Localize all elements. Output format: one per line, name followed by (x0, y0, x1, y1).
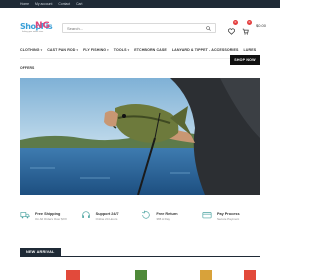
nav-item-label: CAST PAN ROD (47, 48, 76, 52)
nav-item-fly-fishing[interactable]: FLY FISHING ▾ (83, 48, 109, 52)
product-thumb[interactable] (200, 270, 212, 280)
nav-item-cast-pan-rod[interactable]: CAST PAN ROD ▾ (47, 48, 78, 52)
feature-title: Free Return (156, 212, 178, 216)
feature-subtitle: Secure Payment (216, 217, 240, 221)
nav-item-label: FLY FISHING (83, 48, 107, 52)
feature-free-shipping: Free Shipping On All Orders Over $XX (20, 210, 78, 240)
site-logo[interactable]: ShopFis NG fishing gear online store (20, 20, 53, 34)
section-title: NEW ARRIVAL (20, 248, 61, 257)
feature-free-return: Free Return 365 A Day (141, 210, 199, 240)
header-actions: 0 0 $0.00 (228, 20, 266, 35)
feature-title: Pay Process (216, 212, 240, 216)
top-link-cart[interactable]: Cart (76, 1, 82, 7)
wishlist-count-badge: 0 (233, 20, 238, 25)
feature-subtitle: Online 24 Hours (95, 217, 118, 221)
nav-item-label: ETCHBORN CASE (134, 48, 167, 52)
search-box (62, 23, 216, 33)
cart-total[interactable]: $0.00 (256, 23, 266, 28)
top-link-account[interactable]: My account (35, 1, 52, 7)
nav-row: CLOTHING ▾ CAST PAN ROD ▾ FLY FISHING ▾ TOO… (20, 45, 256, 55)
nav-item-label: LURES (243, 48, 257, 52)
feature-support: Support 24/7 Online 24 Hours (81, 210, 139, 240)
chevron-down-icon: ▾ (40, 48, 43, 52)
feature-title: Support 24/7 (95, 212, 119, 216)
heart-icon (228, 28, 235, 35)
logo-tagline: fishing gear online store (22, 31, 44, 33)
feature-pay-process: Pay Process Secure Payment (202, 210, 260, 240)
top-bar: Home My account Contact Cart (0, 0, 280, 8)
return-icon (142, 210, 150, 219)
nav-item-label: TOOLS (113, 48, 127, 52)
chevron-down-icon: ▾ (127, 48, 130, 52)
nav-item-clothing[interactable]: CLOTHING ▾ (20, 48, 42, 52)
cart-icon (242, 28, 249, 35)
truck-icon (20, 212, 30, 219)
search-icon[interactable] (206, 26, 211, 31)
nav-item-lures[interactable]: LURES (244, 48, 257, 52)
card-icon (202, 212, 212, 219)
nav-item-label: OFFERS (20, 66, 35, 70)
top-link-contact[interactable]: Contact (58, 1, 70, 7)
feature-title: Free Shipping (35, 212, 61, 216)
product-thumb[interactable] (244, 270, 256, 280)
nav-row-2: OFFERS (20, 63, 34, 73)
cart-button[interactable]: 0 (242, 20, 252, 35)
nav-item-label: LANYARD & TIPPET - ACCESSORIES (171, 48, 239, 52)
shop-now-button[interactable]: SHOP NOW (230, 55, 260, 65)
nav-item-etchborn-case[interactable]: ETCHBORN CASE (134, 48, 167, 52)
search-input[interactable] (67, 25, 197, 32)
feature-subtitle: 365 A Day (156, 217, 170, 221)
cart-count-badge: 0 (247, 20, 252, 25)
nav-item-label: CLOTHING (20, 48, 40, 52)
nav-item-offers[interactable]: OFFERS (20, 66, 34, 70)
nav-item-lanyard-accessories[interactable]: LANYARD & TIPPET - ACCESSORIES (172, 48, 239, 52)
main-nav: CLOTHING ▾ CAST PAN ROD ▾ FLY FISHING ▾ TOO… (20, 45, 256, 79)
product-thumbnails (20, 270, 260, 280)
hero-image (20, 78, 260, 195)
new-arrival-header: NEW ARRIVAL (20, 248, 260, 257)
features-strip: Free Shipping On All Orders Over $XX Sup… (20, 210, 260, 240)
logo-text-b: NG (35, 21, 50, 31)
top-links: Home My account Contact Cart (20, 1, 82, 7)
chevron-down-icon: ▾ (76, 48, 79, 52)
chevron-down-icon: ▾ (107, 48, 109, 52)
nav-item-tools[interactable]: TOOLS ▾ (114, 48, 129, 52)
top-link-home[interactable]: Home (20, 1, 29, 7)
wishlist-button[interactable]: 0 (228, 20, 238, 35)
headset-icon (81, 211, 90, 218)
nav-divider (20, 58, 236, 59)
product-thumb[interactable] (135, 270, 147, 280)
feature-subtitle: On All Orders Over $XX (35, 217, 67, 221)
hero-banner[interactable] (20, 78, 260, 195)
product-thumb[interactable] (66, 270, 80, 280)
